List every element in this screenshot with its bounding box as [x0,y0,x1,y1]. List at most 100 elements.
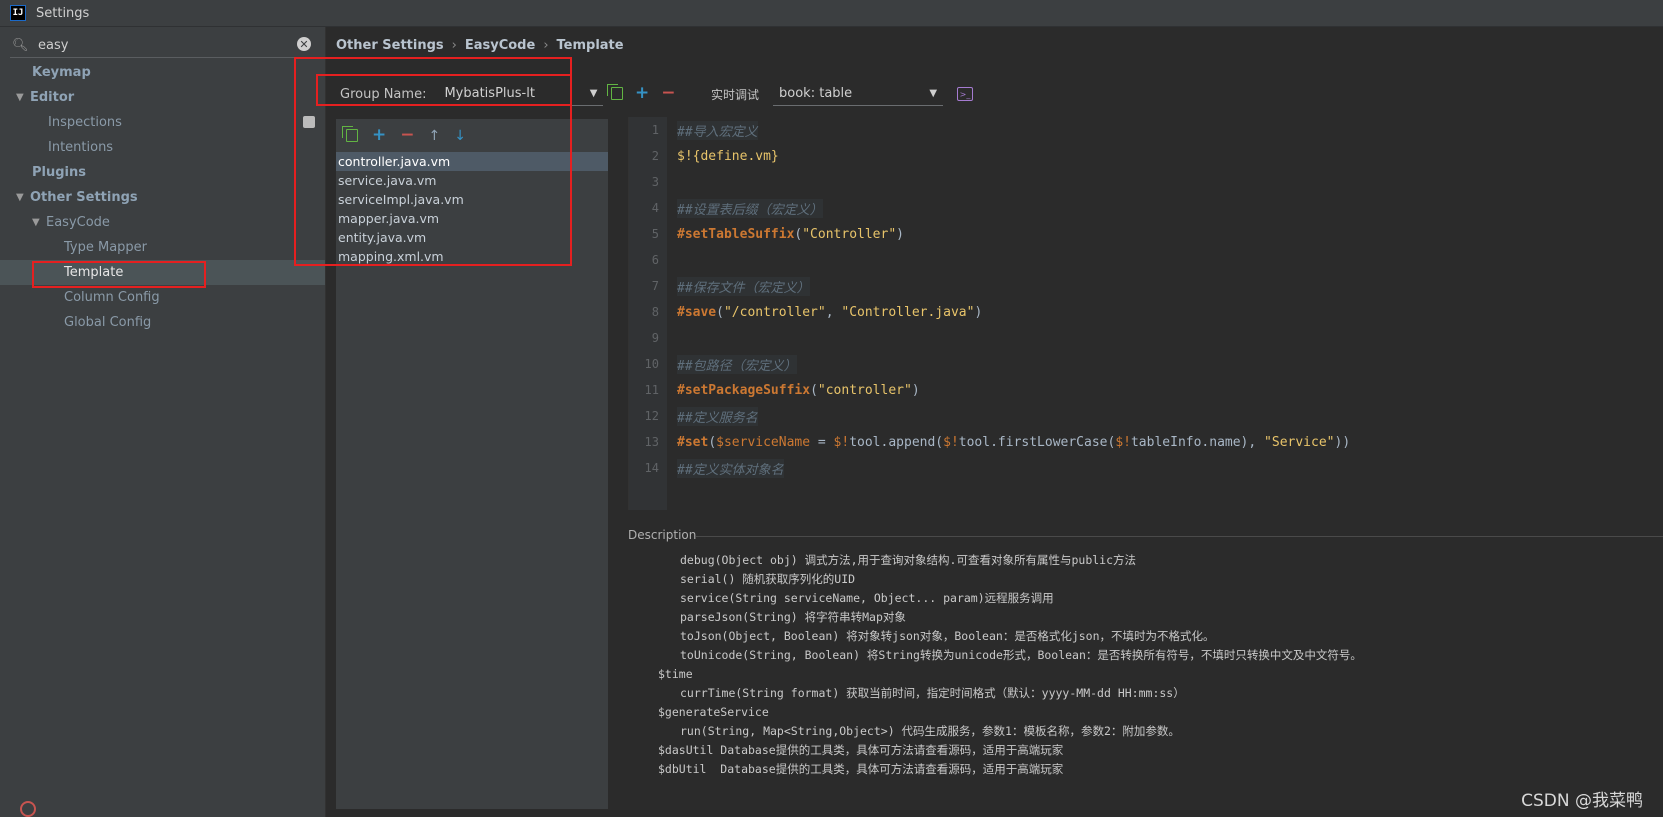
tree-item-label: Editor [30,90,75,105]
code-line: 11 #setPackageSuffix("controller") [629,377,1663,403]
tree-item-label: EasyCode [46,215,110,230]
chevron-down-icon[interactable]: ▼ [16,92,30,103]
settings-sidebar: 🔍︎ ✕ Keymap ▼ Editor Inspections Intenti… [0,27,326,817]
code-string: "Controller.java" [841,304,975,320]
tree-item-inspections[interactable]: Inspections [0,110,325,135]
intellij-app-icon: IJ [10,5,26,21]
add-group-icon[interactable]: + [635,85,649,102]
dropdown-arrow-icon: ▼ [589,88,598,99]
list-item[interactable]: controller.java.vm [336,152,608,171]
code-punct: , [825,304,842,320]
search-input[interactable] [36,36,290,54]
description-label: Description [628,528,697,542]
code-line: 2 $!{define.vm} [629,143,1663,169]
description-line: $dbUtil Database提供的工具类，具体可方法请查看源码，适用于高端玩… [658,762,1064,776]
line-number: 3 [651,175,659,189]
list-item[interactable]: mapping.xml.vm [336,247,608,266]
code-text: #setTableSuffix("Controller") [677,227,904,242]
tree-item-label: Global Config [64,315,152,330]
tree-item-editor[interactable]: ▼ Editor [0,85,325,110]
line-number: 1 [651,123,659,137]
code-text: #setPackageSuffix("controller") [677,383,920,398]
tree-item-global-config[interactable]: Global Config [0,310,325,335]
code-text: $!{define.vm} [677,148,779,164]
code-variable: $! [833,434,850,450]
csdn-watermark: CSDN @我菜鸭 [1521,791,1643,811]
code-punct: ( [708,434,717,450]
code-directive: #setTableSuffix [677,226,795,242]
remove-file-icon[interactable]: − [400,127,414,144]
tree-item-label: Template [64,265,124,280]
project-scope-icon [303,116,315,128]
description-line: run(String, Map<String,Object>) 代码生成服务，参… [680,724,1180,738]
tree-item-label: Type Mapper [64,240,148,255]
description-line: service(String serviceName, Object... pa… [680,591,1054,605]
line-number: 2 [651,149,659,163]
code-comment: ##包路径（宏定义） [677,354,797,374]
description-line: serial() 随机获取序列化的UID [680,572,856,586]
tree-item-column-config[interactable]: Column Config [0,285,325,310]
window-title: Settings [36,5,90,21]
terminal-icon[interactable]: >_ [957,87,974,101]
template-code-editor[interactable]: 1 ##导入宏定义 2 $!{define.vm} 3 4 ##设置表后缀（宏定… [628,117,1663,510]
tree-item-template[interactable]: Template [0,260,325,285]
tree-item-type-mapper[interactable]: Type Mapper [0,235,325,260]
code-line: 5 #setTableSuffix("Controller") [629,221,1663,247]
code-variable: $! [1115,434,1131,450]
remove-group-icon[interactable]: − [661,85,675,102]
title-bar: IJ Settings [0,0,1663,27]
search-icon: 🔍︎ [12,37,29,53]
template-file-list: controller.java.vm service.java.vm servi… [336,152,608,266]
code-line: 4 ##设置表后缀（宏定义） [629,195,1663,221]
chevron-down-icon[interactable]: ▼ [16,192,30,203]
group-name-row: Group Name: MybatisPlus-lt ▼ [334,79,604,109]
code-string: "/controller" [723,304,826,320]
settings-tree: Keymap ▼ Editor Inspections Intentions P… [0,60,325,335]
breadcrumb-item: Template [556,37,624,53]
file-toolbar: + − ↑ ↓ [342,126,466,144]
chevron-down-icon[interactable]: ▼ [32,217,46,228]
tree-item-label: Other Settings [30,190,138,205]
line-number: 13 [644,435,659,449]
list-item[interactable]: entity.java.vm [336,228,608,247]
list-item[interactable]: service.java.vm [336,171,608,190]
arrow-up-icon[interactable]: ↑ [429,128,441,144]
tree-item-intentions[interactable]: Intentions [0,135,325,160]
code-line: 10 ##包路径（宏定义） [629,351,1663,377]
tree-item-easycode[interactable]: ▼ EasyCode [0,210,325,235]
tree-item-other-settings[interactable]: ▼ Other Settings [0,185,325,210]
code-line: 7 ##保存文件（宏定义） [629,273,1663,299]
code-text: #set($serviceName = $!tool.append($!tool… [677,435,1350,450]
list-item[interactable]: mapper.java.vm [336,209,608,228]
copy-group-icon[interactable] [607,84,623,100]
copy-file-icon[interactable] [342,126,358,142]
code-punct: )) [1334,434,1351,450]
description-line: parseJson(String) 将字符串转Map对象 [680,610,906,624]
tree-item-plugins[interactable]: Plugins [0,160,325,185]
line-number: 6 [651,253,659,267]
realtime-debug-label: 实时调试 [711,87,760,102]
description-line: debug(Object obj) 调式方法,用于查询对象结构.可查看对象所有属… [680,553,1137,567]
add-file-icon[interactable]: + [372,127,386,144]
template-settings-panel: Other Settings › EasyCode › Template Gro… [294,27,1663,817]
clear-search-icon[interactable]: ✕ [297,37,311,51]
group-name-dropdown[interactable]: MybatisPlus-lt ▼ [438,82,604,106]
code-directive: #set [677,434,709,450]
tree-item-label: Keymap [32,65,91,80]
description-line: toJson(Object, Boolean) 将对象转json对象，Boole… [680,629,1215,643]
code-string: "Controller" [802,226,897,242]
description-line: currTime(String format) 获取当前时间，指定时间格式（默认… [680,686,1185,700]
code-text: tableInfo.name), [1130,434,1265,450]
tree-item-label: Column Config [64,290,160,305]
description-line: $dasUtil Database提供的工具类，具体可方法请查看源码，适用于高端… [658,743,1064,757]
debug-table-dropdown[interactable]: book: table ▼ [773,82,944,106]
template-file-panel: + − ↑ ↓ controller.java.vm service.java.… [336,119,608,809]
arrow-down-icon[interactable]: ↓ [454,128,466,144]
line-number: 8 [651,305,659,319]
breadcrumb-item: EasyCode [464,37,536,53]
realtime-debug-row: 实时调试 book: table ▼ >_ [711,79,974,109]
list-item[interactable]: serviceImpl.java.vm [336,190,608,209]
tree-item-keymap[interactable]: Keymap [0,60,325,85]
code-directive: #setPackageSuffix [677,382,811,398]
group-toolbar: + − [607,84,676,102]
